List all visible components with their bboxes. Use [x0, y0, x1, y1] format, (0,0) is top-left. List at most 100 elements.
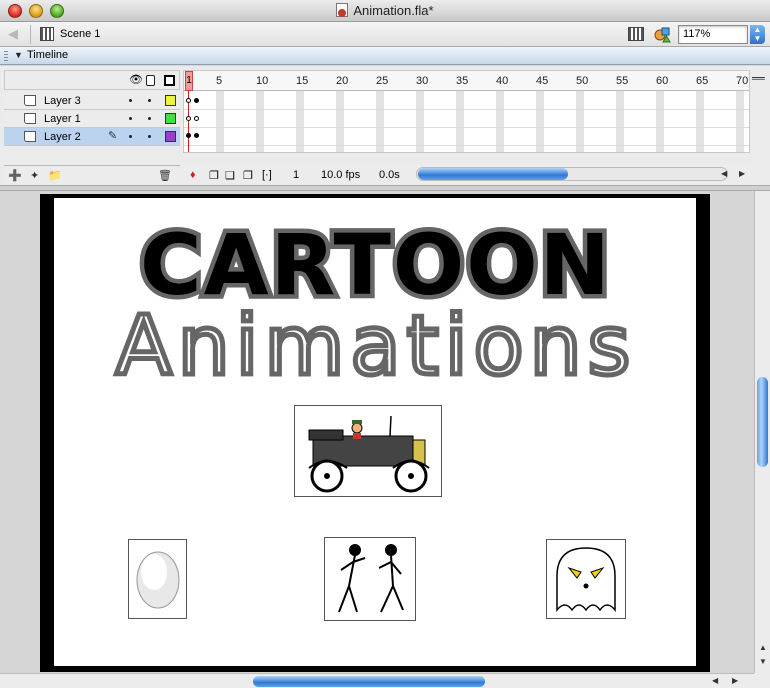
onion-skin-icon[interactable]: ❐ [209, 169, 219, 182]
lock-dot[interactable] [148, 99, 151, 102]
stage-area: CARTOON Animations [0, 191, 754, 673]
edit-symbols-icon[interactable] [654, 26, 671, 43]
frame-column-marker [496, 91, 504, 152]
scroll-down-icon[interactable]: ▼ [759, 657, 767, 666]
zoom-input[interactable]: 117% [678, 25, 748, 44]
zoom-dropdown-arrow-icon[interactable]: ▲ ▼ [750, 25, 765, 44]
frame-view-options-icon[interactable]: ══ [752, 73, 765, 83]
frame-row-divider [184, 145, 749, 146]
scene-icon [40, 27, 54, 41]
flash-window: Animation.fla* ◀ Scene 1 117% ▲ ▼ ▼ Timel… [0, 0, 770, 688]
keyframe[interactable] [186, 133, 191, 138]
frame-column-marker [736, 91, 744, 152]
horizontal-scrollbar[interactable]: ◀ ▶ [0, 673, 754, 688]
layer-icon [24, 95, 36, 106]
layer-row[interactable]: Layer 3 [4, 92, 180, 110]
layer-color-swatch[interactable] [165, 131, 176, 142]
layer-header: 👁 [4, 70, 180, 90]
ruler-label: 45 [536, 75, 549, 87]
visibility-dot[interactable] [129, 117, 132, 120]
layer-name: Layer 3 [44, 95, 81, 107]
document-icon [336, 3, 349, 17]
onion-outlines-icon[interactable]: ❏ [225, 169, 235, 182]
ruler-label: 20 [336, 75, 349, 87]
ruler-label: 25 [376, 75, 389, 87]
egg-thumbnail[interactable] [128, 539, 187, 619]
scene-label[interactable]: Scene 1 [60, 28, 100, 40]
ruler-label: 30 [416, 75, 429, 87]
keyframe[interactable] [194, 98, 199, 103]
stick-figures-thumbnail[interactable] [324, 537, 416, 621]
center-frame-icon[interactable]: ♦ [190, 169, 196, 181]
lock-icon[interactable] [146, 75, 155, 86]
horizontal-scroll-thumb[interactable] [253, 676, 485, 687]
keyframe-empty[interactable] [186, 98, 191, 103]
ruler-label: 35 [456, 75, 469, 87]
frame-column-marker [536, 91, 544, 152]
keyframe-empty[interactable] [186, 116, 191, 121]
frame-column-marker [456, 91, 464, 152]
edit-scene-icon[interactable] [628, 27, 644, 41]
frame-grid[interactable]: 5 10 15 20 25 30 35 40 45 50 55 60 65 70 [183, 70, 750, 153]
timeline-scroll-thumb[interactable] [418, 168, 568, 180]
edit-multiple-frames-icon[interactable]: ❐ [243, 169, 253, 182]
add-guide-layer-icon[interactable]: ✦ [30, 169, 39, 182]
back-arrow-icon[interactable]: ◀ [5, 26, 21, 42]
layer-color-swatch[interactable] [165, 95, 176, 106]
panel-grip-icon[interactable] [4, 51, 8, 61]
frame-rate[interactable]: 10.0 fps [321, 169, 360, 181]
trash-icon[interactable]: 🗑 [158, 169, 172, 182]
scroll-right-icon[interactable]: ▶ [732, 676, 738, 685]
layer-icon [24, 131, 36, 142]
ruler-label: 55 [616, 75, 629, 87]
egg-icon [136, 551, 180, 609]
collapse-triangle-icon[interactable]: ▼ [14, 50, 23, 60]
current-frame: 1 [293, 169, 300, 181]
timeline-status-bar: ♦ ❐ ❏ ❐ [·] 1 10.0 fps 0.0s ◀ ▶ [183, 165, 750, 183]
ghost-icon [556, 547, 616, 613]
layer-name: Layer 1 [44, 113, 81, 125]
modify-onion-markers-icon[interactable]: [·] [262, 169, 272, 181]
frame-column-marker [616, 91, 624, 152]
car-thumbnail[interactable] [294, 405, 442, 497]
keyframe[interactable] [194, 133, 199, 138]
edit-bar-divider [30, 25, 31, 44]
ruler-label: 65 [696, 75, 709, 87]
resize-corner[interactable] [754, 673, 770, 688]
vertical-scrollbar[interactable]: ▲ ▼ [754, 191, 770, 673]
stick-figures-icon [338, 544, 404, 613]
ghost-thumbnail[interactable] [546, 539, 626, 619]
layer-row[interactable]: Layer 1 [4, 110, 180, 128]
insert-folder-icon[interactable]: 📁 [48, 169, 62, 182]
window-title-text: Animation.fla* [353, 3, 434, 18]
layer-row-selected[interactable]: Layer 2 ✎ [4, 128, 180, 146]
frame-column-marker [256, 91, 264, 152]
vertical-scroll-thumb[interactable] [757, 377, 768, 467]
eye-icon[interactable]: 👁 [129, 73, 143, 86]
frame-row-divider [184, 109, 749, 110]
playhead[interactable]: 1 [185, 71, 193, 91]
frame-column-marker [376, 91, 384, 152]
window-title: Animation.fla* [0, 3, 770, 18]
timeline-panel: 👁 Layer 3 Layer 1 Layer 2 ✎ ➕ ✦ 📁 🗑 5 10… [0, 66, 770, 186]
visibility-dot[interactable] [129, 135, 132, 138]
lock-dot[interactable] [148, 117, 151, 120]
insert-layer-icon[interactable]: ➕ [8, 169, 22, 182]
visibility-dot[interactable] [129, 99, 132, 102]
stage-canvas[interactable]: CARTOON Animations [54, 198, 696, 666]
scroll-left-icon[interactable]: ◀ [712, 676, 718, 685]
ruler-label: 10 [256, 75, 269, 87]
frame-ruler[interactable]: 5 10 15 20 25 30 35 40 45 50 55 60 65 70 [184, 71, 749, 91]
ruler-label: 60 [656, 75, 669, 87]
layer-color-swatch[interactable] [165, 113, 176, 124]
scroll-up-icon[interactable]: ▲ [759, 643, 767, 652]
timeline-panel-header[interactable]: ▼ Timeline [0, 47, 770, 65]
lock-dot[interactable] [148, 135, 151, 138]
scroll-left-icon[interactable]: ◀ [721, 169, 727, 178]
scroll-right-icon[interactable]: ▶ [739, 169, 745, 178]
keyframe-empty[interactable] [194, 116, 199, 121]
ruler-label: 70 [736, 75, 749, 87]
ruler-label: 5 [216, 75, 223, 87]
ruler-label: 15 [296, 75, 309, 87]
outline-icon[interactable] [164, 75, 175, 86]
